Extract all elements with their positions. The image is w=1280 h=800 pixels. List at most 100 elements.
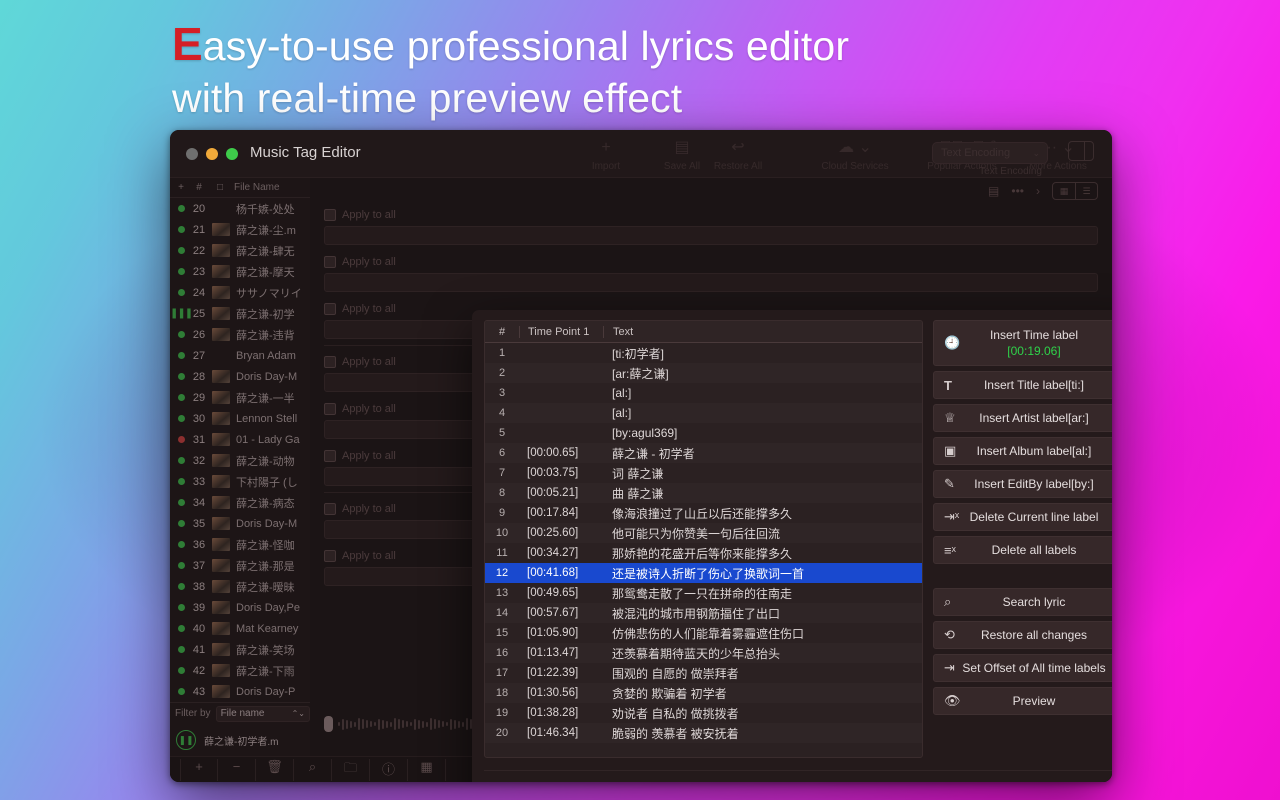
apply-to-all-checkbox[interactable] [324,403,336,415]
lyrics-row[interactable]: 19 [01:38.28] 劝说者 自私的 做挑拨者 [485,703,922,723]
toolbar-import[interactable]: + Import [570,138,642,172]
lyrics-row-time[interactable]: [01:13.47] [519,647,603,659]
insert-artist-label-button[interactable]: ♕ Insert Artist label[ar:] [933,404,1112,432]
lyrics-row-time[interactable]: [01:46.34] [519,727,603,739]
lyrics-row-time[interactable]: [00:41.68] [519,567,603,579]
lyrics-row-text[interactable]: 还是被诗人折断了伤心了换歌词一首 [603,565,922,582]
lyrics-row[interactable]: 6 [00:00.65] 薛之谦 - 初学者 [485,443,922,463]
lyrics-row[interactable]: 13 [00:49.65] 那鸳鸯走散了一只在拼命的往南走 [485,583,922,603]
maximize-button[interactable] [226,148,238,160]
file-list-item[interactable]: 26 薛之谦-违背 [170,324,310,345]
lyrics-row[interactable]: 10 [00:25.60] 他可能只为你赞美一句后往回流 [485,523,922,543]
apply-to-all-checkbox[interactable] [324,356,336,368]
lyrics-row-time[interactable]: [01:30.56] [519,687,603,699]
lyrics-row-text[interactable]: 薛之谦 - 初学者 [603,445,922,462]
delete-current-line-label-button[interactable]: ⇥ˣ Delete Current line label [933,503,1112,531]
file-list-item[interactable]: 24 ササノマリイ [170,282,310,303]
lyrics-row-time[interactable]: [00:25.60] [519,527,603,539]
lyrics-table[interactable]: # Time Point 1 Text 1 [ti:初学者] 2 [ar:薛之谦] 3 [… [484,320,923,758]
lyrics-row-time[interactable]: [00:49.65] [519,587,603,599]
file-list-item[interactable]: 35 Doris Day-M [170,513,310,534]
text-encoding-select[interactable]: Text Encoding ⌄ [932,142,1048,164]
file-list-item[interactable]: 33 下村陽子 (し [170,471,310,492]
file-list-item[interactable]: 41 薛之谦-笑场 [170,639,310,660]
list-view-icon[interactable]: ☰ [1075,183,1097,199]
file-list-item[interactable]: 20 杨千嫉-处处 [170,198,310,219]
lyrics-row[interactable]: 3 [al:] [485,383,922,403]
mini-player-pause-button[interactable]: ❚❚ [176,730,196,750]
grid-view-icon[interactable]: ▦ [1053,183,1075,199]
lyrics-row[interactable]: 15 [01:05.90] 仿佛悲伤的人们能靠着雾霾遮住伤口 [485,623,922,643]
lyrics-row-text[interactable]: 围观的 自愿的 做崇拜者 [603,665,922,682]
lyrics-row[interactable]: 9 [00:17.84] 像海浪撞过了山丘以后还能撑多久 [485,503,922,523]
detail-save-icon[interactable]: ▤ [988,184,999,198]
plus-icon[interactable]: + [180,758,218,781]
trash-icon[interactable]: 🗑 [256,758,294,781]
file-list-item[interactable]: 29 薛之谦-一半 [170,387,310,408]
lyrics-row-time[interactable]: [00:17.84] [519,507,603,519]
delete-all-labels-button[interactable]: ≡ˣ Delete all labels [933,536,1112,564]
lyrics-row-text[interactable]: 像海浪撞过了山丘以后还能撑多久 [603,505,922,522]
file-list-item[interactable]: 22 薛之谦-肆无 [170,240,310,261]
lyrics-row-time[interactable]: [00:00.65] [519,447,603,459]
preview-button[interactable]: 👁 Preview [933,687,1112,715]
lyrics-row[interactable]: 14 [00:57.67] 被混沌的城市用钢筋揊住了出口 [485,603,922,623]
lyrics-row[interactable]: 17 [01:22.39] 围观的 自愿的 做崇拜者 [485,663,922,683]
lyrics-row[interactable]: 18 [01:30.56] 贪婪的 欺骗着 初学者 [485,683,922,703]
set-offset-button[interactable]: ⇥ Set Offset of All time labels [933,654,1112,682]
lyrics-row[interactable]: 1 [ti:初学者] [485,343,922,363]
waveform-knob[interactable] [324,716,333,732]
lyrics-row[interactable]: 12 [00:41.68] 还是被诗人折断了伤心了换歌词一首 [485,563,922,583]
toggle-sidebar-button[interactable] [1068,141,1094,161]
lyrics-row[interactable]: 11 [00:34.27] 那娇艳的花盛开后等你来能撑多久 [485,543,922,563]
insert-album-label-button[interactable]: ▣ Insert Album label[al:] [933,437,1112,465]
apply-to-all-checkbox[interactable] [324,209,336,221]
lyrics-row-text[interactable]: 脆弱的 羡慕者 被安抚着 [603,725,922,742]
lyrics-row-time[interactable]: [00:57.67] [519,607,603,619]
file-list-item[interactable]: 34 薛之谦-病态 [170,492,310,513]
file-list-item[interactable]: 40 Mat Kearney [170,618,310,639]
lyrics-row-text[interactable]: 那鸳鸯走散了一只在拼命的往南走 [603,585,922,602]
lyrics-row[interactable]: 7 [00:03.75] 词 薛之谦 [485,463,922,483]
lyrics-row-time[interactable]: [00:34.27] [519,547,603,559]
file-list-item[interactable]: ❚❚❚ 25 薛之谦-初学 [170,303,310,324]
grid-icon[interactable]: ▦ [408,758,446,781]
file-list-item[interactable]: 31 01 - Lady Ga [170,429,310,450]
apply-to-all-checkbox[interactable] [324,503,336,515]
apply-to-all-checkbox[interactable] [324,303,336,315]
lyrics-row-text[interactable]: 那娇艳的花盛开后等你来能撑多久 [603,545,922,562]
lyrics-row-text[interactable]: 贪婪的 欺骗着 初学者 [603,685,922,702]
file-list-item[interactable]: 27 Bryan Adam [170,345,310,366]
file-list-item[interactable]: 36 薛之谦-怪咖 [170,534,310,555]
apply-to-all-checkbox[interactable] [324,450,336,462]
detail-more-icon[interactable]: ••• [1011,184,1024,198]
file-list-item[interactable]: 23 薛之谦-摩天 [170,261,310,282]
lyrics-row-text[interactable]: 词 薛之谦 [603,465,922,482]
lyrics-row[interactable]: 8 [00:05.21] 曲 薛之谦 [485,483,922,503]
insert-time-label-button[interactable]: 🕘 Insert Time label [00:19.06] [933,320,1112,366]
file-list-item[interactable]: 39 Doris Day,Pe [170,597,310,618]
chevron-right-icon[interactable]: › [1036,184,1040,198]
lyrics-row-text[interactable]: 还羡慕着期待蓝天的少年总抬头 [603,645,922,662]
lyrics-row-time[interactable]: [00:05.21] [519,487,603,499]
file-list-item[interactable]: 38 薛之谦-暧昧 [170,576,310,597]
minus-icon[interactable]: − [218,758,256,781]
detail-view-toggle[interactable]: ▦ ☰ [1052,182,1098,200]
lyrics-row-text[interactable]: [ar:薛之谦] [603,365,922,382]
search-icon[interactable]: ⌕ [294,758,332,781]
lyrics-row-time[interactable]: [01:22.39] [519,667,603,679]
filter-by-select[interactable]: File name ⌃⌄ [215,705,310,722]
file-list-item[interactable]: 37 薛之谦-那是 [170,555,310,576]
file-list-item[interactable]: 21 薛之谦-尘.m [170,219,310,240]
lyrics-row-text[interactable]: [ti:初学者] [603,345,922,362]
lyrics-row[interactable]: 16 [01:13.47] 还羡慕着期待蓝天的少年总抬头 [485,643,922,663]
apply-to-all-checkbox[interactable] [324,256,336,268]
lyrics-row-text[interactable]: [by:agul369] [603,426,922,440]
minimize-button[interactable] [206,148,218,160]
file-list-item[interactable]: 42 薛之谦-下雨 [170,660,310,681]
tag-value-input[interactable] [324,226,1098,245]
lyrics-row-time[interactable]: [01:38.28] [519,707,603,719]
close-button[interactable] [186,148,198,160]
lyrics-row-text[interactable]: 仿佛悲伤的人们能靠着雾霾遮住伤口 [603,625,922,642]
lyrics-row-text[interactable]: [al:] [603,406,922,420]
